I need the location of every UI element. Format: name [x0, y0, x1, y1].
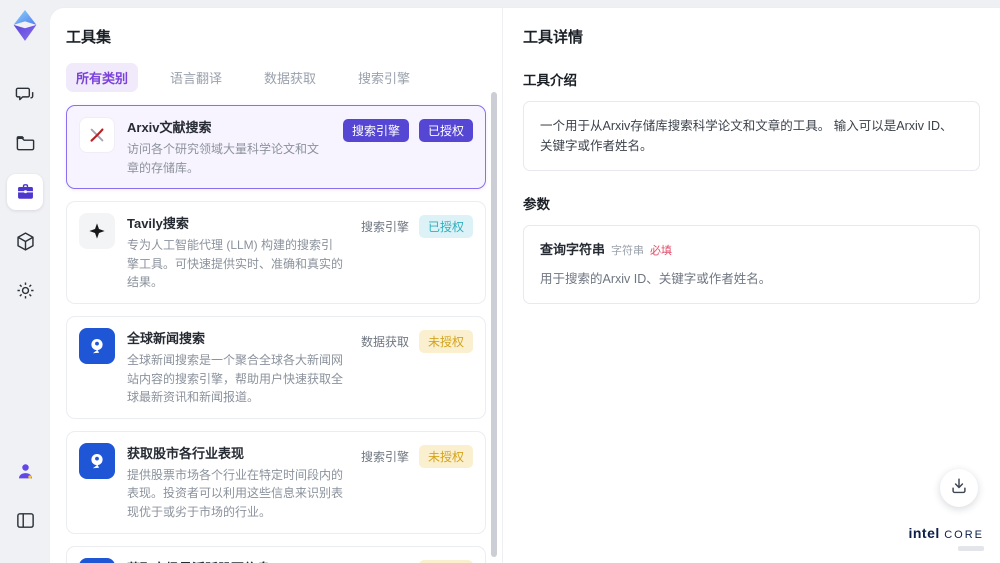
param-desc: 用于搜索的Arxiv ID、关键字或作者姓名。	[540, 271, 772, 286]
param-type: 字符串	[611, 245, 645, 257]
tool-desc: 访问各个研究领域大量科学论文和文章的存储库。	[127, 142, 320, 175]
tool-card-list: Arxiv文献搜索 访问各个研究领域大量科学论文和文章的存储库。 搜索引擎 已授…	[66, 105, 486, 563]
sidebar-item-settings[interactable]	[7, 272, 43, 308]
folder-icon	[15, 133, 36, 154]
download-button[interactable]	[940, 469, 978, 507]
category-label: 搜索引擎	[360, 220, 409, 235]
category-badge: 搜索引擎	[342, 119, 409, 142]
auth-badge: 未授权	[418, 444, 473, 468]
tool-desc: 提供股票市场各个行业在特定时间段内的表现。投资者可以利用这些信息来识别表现优于或…	[127, 467, 344, 519]
stock-tool-logo-icon	[79, 557, 115, 563]
param-box: 查询字符串 字符串 必填 用于搜索的Arxiv ID、关键字或作者姓名。	[523, 225, 980, 304]
category-tabs: 所有类别 语言翻译 数据获取 搜索引擎	[66, 63, 486, 92]
intro-box: 一个用于从Arxiv存储库搜索科学论文和文章的工具。 输入可以是Arxiv ID…	[523, 101, 980, 171]
main-surface: 工具集 所有类别 语言翻译 数据获取 搜索引擎 Arxiv文献搜索 访问各个研究…	[50, 8, 1000, 563]
intro-heading: 工具介绍	[523, 73, 577, 88]
tool-detail-panel: 工具详情 工具介绍 一个用于从Arxiv存储库搜索科学论文和文章的工具。 输入可…	[503, 8, 1000, 563]
tool-card-global-news[interactable]: 全球新闻搜索 全球新闻搜索是一个聚合全球各大新闻网站内容的搜索引擎，帮助用户快速…	[66, 315, 486, 419]
sidebar	[0, 0, 50, 563]
tool-name: 获取市场最活跃股票信息	[127, 558, 345, 563]
intel-logo-accent	[958, 546, 984, 551]
tool-card-stock-sectors[interactable]: 获取股市各行业表现 提供股票市场各个行业在特定时间段内的表现。投资者可以利用这些…	[66, 430, 486, 534]
tool-name: Tavily搜索	[127, 216, 189, 232]
download-icon	[949, 476, 969, 501]
tab-search-engine[interactable]: 搜索引擎	[348, 63, 420, 92]
app-logo-icon	[10, 10, 40, 42]
tool-name: 全球新闻搜索	[127, 330, 206, 346]
auth-badge: 已授权	[418, 215, 473, 239]
tab-translation[interactable]: 语言翻译	[160, 63, 232, 92]
panel-collapse-icon	[15, 510, 36, 531]
gear-icon	[15, 280, 36, 301]
params-heading: 参数	[523, 197, 550, 212]
tool-desc: 全球新闻搜索是一个聚合全球各大新闻网站内容的搜索引擎，帮助用户快速获取全球最新资…	[127, 352, 344, 405]
sidebar-item-chat[interactable]	[7, 76, 43, 112]
tavily-logo-icon	[79, 213, 115, 250]
sidebar-item-packages[interactable]	[7, 223, 43, 259]
param-required-badge: 必填	[650, 245, 673, 257]
auth-badge: 未授权	[418, 329, 473, 353]
tool-list-panel: 工具集 所有类别 语言翻译 数据获取 搜索引擎 Arxiv文献搜索 访问各个研究…	[50, 8, 502, 563]
tool-name: 获取股市各行业表现	[127, 445, 245, 461]
category-label: 数据获取	[360, 334, 409, 349]
auth-badge: 已授权	[418, 119, 473, 142]
cube-icon	[15, 231, 36, 252]
tool-card-arxiv[interactable]: Arxiv文献搜索 访问各个研究领域大量科学论文和文章的存储库。 搜索引擎 已授…	[66, 105, 486, 190]
stock-tool-logo-icon	[79, 442, 115, 479]
sidebar-item-collapse[interactable]	[7, 502, 43, 538]
user-icon	[15, 461, 36, 482]
category-label: 搜索引擎	[360, 449, 409, 464]
sidebar-item-account[interactable]	[7, 453, 43, 489]
tab-all-categories[interactable]: 所有类别	[66, 63, 139, 92]
scrollbar-thumb[interactable]	[491, 92, 497, 557]
tool-card-active-stocks[interactable]: 获取市场最活跃股票信息 提供当天交易量最高的股票列表。投资者可以利用这些信息来识…	[66, 545, 486, 563]
intel-core-logo: intel CORE	[908, 525, 984, 551]
sidebar-item-tools[interactable]	[7, 174, 43, 210]
tab-data-fetch[interactable]: 数据获取	[254, 63, 326, 92]
param-name: 查询字符串	[540, 242, 606, 257]
sidebar-item-files[interactable]	[7, 125, 43, 161]
auth-badge: 未授权	[418, 559, 473, 563]
chat-icon	[15, 84, 36, 105]
tool-desc: 专为人工智能代理 (LLM) 构建的搜索引擎工具。可快速提供实时、准确和真实的结…	[127, 238, 344, 290]
briefcase-icon	[15, 182, 36, 203]
tool-card-tavily[interactable]: Tavily搜索 专为人工智能代理 (LLM) 构建的搜索引擎工具。可快速提供实…	[66, 201, 486, 304]
detail-title: 工具详情	[523, 29, 584, 46]
news-search-logo-icon	[79, 327, 115, 364]
page-title: 工具集	[66, 29, 112, 46]
tool-name: Arxiv文献搜索	[127, 120, 212, 135]
arxiv-logo-icon	[79, 117, 115, 153]
